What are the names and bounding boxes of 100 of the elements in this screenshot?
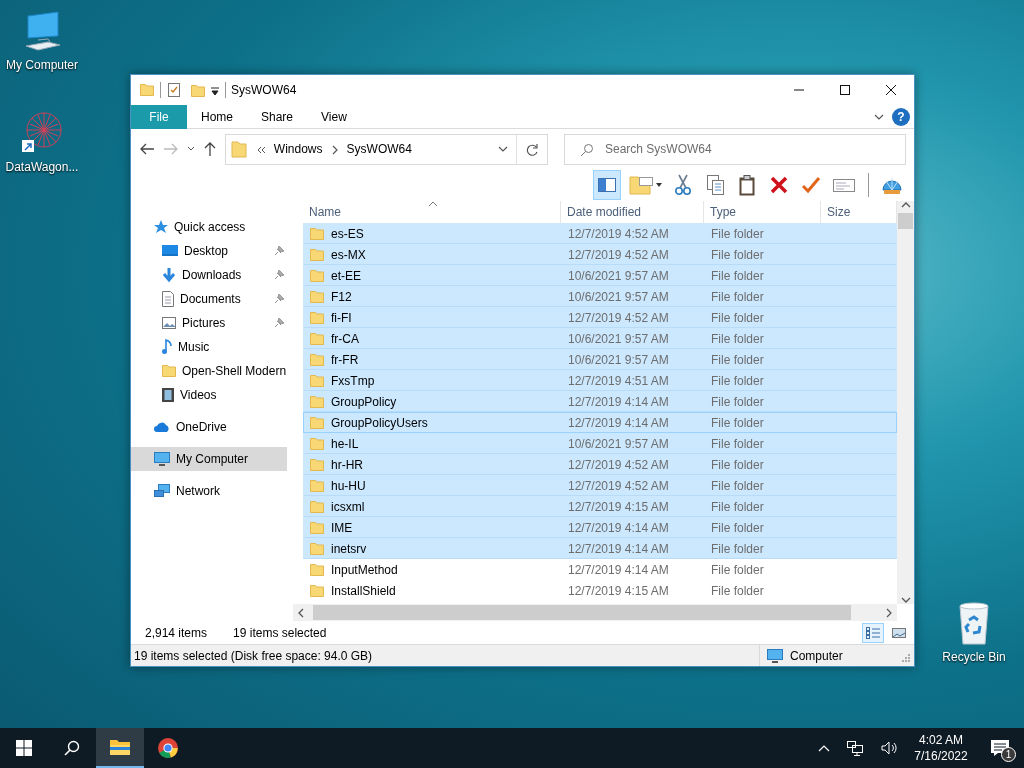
download-arrow-icon[interactable] — [161, 267, 177, 283]
file-name[interactable]: inetsrv — [331, 539, 367, 558]
folder-dropdown-icon[interactable] — [628, 174, 662, 196]
nav-item[interactable]: Pictures — [182, 314, 226, 332]
file-name[interactable]: es-ES — [331, 224, 364, 243]
selected-file-row[interactable]: IME 12/7/2019 4:14 AM File folder — [303, 517, 897, 538]
nav-item[interactable]: Quick access — [174, 218, 246, 236]
selected-file-row[interactable]: fr-CA 10/6/2021 9:57 AM File folder — [303, 328, 897, 349]
file-row[interactable]: InputMethod 12/7/2019 4:14 AM File folder — [303, 559, 897, 580]
windows-logo-icon[interactable] — [16, 740, 32, 756]
picture-icon[interactable] — [161, 316, 177, 330]
selected-file-row[interactable]: he-IL 10/6/2021 9:57 AM File folder — [303, 433, 897, 454]
nav-item[interactable]: Downloads — [182, 266, 242, 284]
navigation-pane-icon[interactable] — [597, 176, 617, 194]
folder-icon[interactable] — [109, 738, 131, 756]
breadcrumb-link[interactable]: SysWOW64 — [342, 140, 416, 158]
selected-file-row[interactable]: icsxml 12/7/2019 4:15 AM File folder — [303, 496, 897, 517]
close-icon[interactable] — [885, 84, 897, 96]
recent-locations-icon[interactable] — [186, 146, 195, 152]
selected-file-row[interactable]: es-ES 12/7/2019 4:52 AM File folder — [303, 223, 897, 244]
active-taskbar-button[interactable] — [96, 728, 144, 768]
ribbon-tab[interactable]: Home — [187, 104, 247, 129]
up-arrow-icon[interactable] — [202, 141, 217, 157]
pin-icon[interactable] — [273, 317, 285, 329]
selected-file-row[interactable]: GroupPolicyUsers 12/7/2019 4:14 AM File folder — [303, 412, 897, 433]
file-name[interactable]: he-IL — [331, 434, 359, 453]
file-name[interactable]: hu-HU — [331, 476, 366, 495]
document-icon[interactable] — [161, 291, 175, 307]
desktop-icon-label[interactable]: DataWagon... — [5, 158, 79, 176]
dropdown-icon[interactable] — [498, 145, 508, 153]
help-button[interactable]: ? — [892, 107, 910, 126]
file-name[interactable]: FxsTmp — [331, 371, 375, 390]
dropdown-icon[interactable] — [210, 85, 220, 96]
search-icon[interactable] — [64, 740, 80, 756]
ribbon-tab[interactable]: Share — [247, 104, 308, 129]
monitor-icon[interactable] — [153, 451, 171, 467]
nav-item[interactable]: Open-Shell Modern — [182, 362, 287, 380]
scroll-up-icon[interactable] — [900, 201, 911, 209]
scroll-left-icon[interactable] — [297, 608, 305, 619]
vertical-scrollbar[interactable] — [897, 201, 914, 604]
chevron-icon[interactable] — [330, 144, 339, 155]
nav-item[interactable]: OneDrive — [176, 418, 227, 436]
network-icon[interactable] — [846, 740, 864, 756]
address-bar[interactable]: Windows SysWOW64 — [224, 133, 548, 165]
properties-icon[interactable] — [166, 82, 182, 98]
file-name[interactable]: es-MX — [331, 245, 366, 264]
selected-file-row[interactable]: hu-HU 12/7/2019 4:52 AM File folder — [303, 475, 897, 496]
file-name[interactable]: InputMethod — [331, 560, 398, 579]
selected-file-row[interactable]: F12 10/6/2021 9:57 AM File folder — [303, 286, 897, 307]
checkmark-icon[interactable] — [801, 175, 821, 195]
clock-time[interactable]: 4:02 AM — [919, 732, 963, 748]
selected-file-row[interactable]: es-MX 12/7/2019 4:52 AM File folder — [303, 244, 897, 265]
card-icon[interactable] — [832, 177, 856, 193]
pin-icon[interactable] — [273, 269, 285, 281]
file-name[interactable]: et-EE — [331, 266, 361, 285]
search-field[interactable]: Search SysWOW64 — [564, 133, 906, 165]
file-name[interactable]: F12 — [331, 287, 352, 306]
scrollbar-thumb[interactable] — [898, 213, 913, 229]
star-icon[interactable] — [153, 219, 169, 235]
desktop-icon[interactable] — [161, 243, 179, 259]
scroll-right-icon[interactable] — [885, 608, 893, 619]
thumbnail-view-icon[interactable] — [891, 625, 907, 640]
selected-file-row[interactable]: et-EE 10/6/2021 9:57 AM File folder — [303, 265, 897, 286]
file-row[interactable]: InstallShield 12/7/2019 4:15 AM File folder — [303, 580, 897, 601]
clock-date[interactable]: 7/16/2022 — [914, 748, 968, 764]
selected-file-row[interactable]: inetsrv 12/7/2019 4:14 AM File folder — [303, 538, 897, 559]
film-icon[interactable] — [161, 387, 175, 403]
file-name[interactable]: IME — [331, 518, 353, 537]
chevron-up-icon[interactable] — [818, 744, 830, 752]
refresh-icon[interactable] — [525, 142, 539, 157]
nav-item[interactable]: Documents — [180, 290, 241, 308]
desktop-icon-label[interactable]: My Computer — [6, 56, 78, 74]
file-name[interactable]: hr-HR — [331, 455, 363, 474]
double-chevron-icon[interactable] — [255, 145, 266, 154]
scissors-icon[interactable] — [674, 174, 692, 196]
nav-item[interactable]: Network — [176, 482, 220, 500]
selected-file-row[interactable]: GroupPolicy 12/7/2019 4:14 AM File folder — [303, 391, 897, 412]
expand-ribbon-icon[interactable] — [874, 113, 884, 122]
file-name[interactable]: fi-FI — [331, 308, 352, 327]
chrome-icon[interactable] — [157, 737, 179, 759]
file-name[interactable]: GroupPolicyUsers — [331, 413, 428, 432]
selected-file-row[interactable]: fr-FR 10/6/2021 9:57 AM File folder — [303, 349, 897, 370]
ribbon-tab[interactable]: View — [307, 104, 361, 129]
selected-file-row[interactable]: hr-HR 12/7/2019 4:52 AM File folder — [303, 454, 897, 475]
maximize-icon[interactable] — [839, 84, 851, 96]
nav-item[interactable]: Desktop — [184, 242, 229, 260]
speaker-icon[interactable] — [880, 740, 898, 756]
scroll-down-icon[interactable] — [900, 596, 911, 604]
selected-file-row[interactable]: FxsTmp 12/7/2019 4:51 AM File folder — [303, 370, 897, 391]
pin-icon[interactable] — [273, 293, 285, 305]
nav-item[interactable]: Music — [178, 338, 210, 356]
delete-icon[interactable] — [769, 175, 789, 195]
file-name[interactable]: icsxml — [331, 497, 365, 516]
copy-icon[interactable] — [705, 174, 725, 196]
pin-icon[interactable] — [273, 245, 285, 257]
selected-nav-item[interactable]: My Computer — [131, 447, 287, 471]
horizontal-scrollbar[interactable] — [293, 604, 897, 621]
file-name[interactable]: fr-FR — [331, 350, 359, 369]
nav-item[interactable]: Videos — [180, 386, 217, 404]
back-arrow-icon[interactable] — [139, 142, 155, 156]
